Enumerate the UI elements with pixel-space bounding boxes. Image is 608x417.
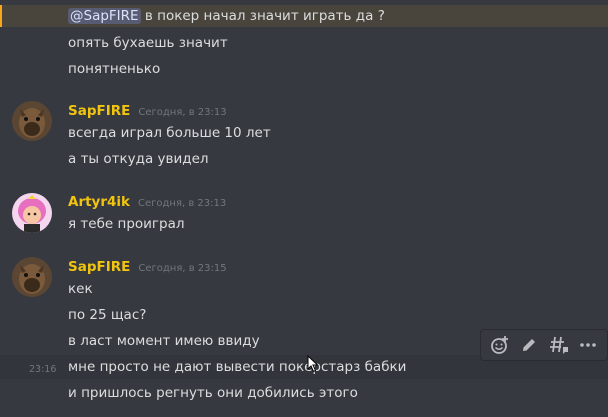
add-reaction-button[interactable] (488, 333, 512, 357)
message-timestamp: Сегодня, в 23:13 (138, 198, 227, 209)
message-text: по 25 щас? (68, 307, 147, 323)
message-line[interactable]: понятненько (0, 59, 608, 79)
message-text: в покер начал значит играть да ? (140, 8, 385, 24)
message-text: я тебе проиграл (68, 216, 185, 232)
message-text: понятненько (68, 61, 161, 77)
username[interactable]: SapFIRE (68, 103, 130, 119)
edit-button[interactable] (517, 333, 541, 357)
create-thread-button[interactable] (547, 333, 571, 357)
more-icon (580, 343, 597, 347)
username[interactable]: Artyr4ik (68, 194, 130, 210)
username[interactable]: SapFIRE (68, 259, 130, 275)
edit-icon (523, 339, 536, 351)
mention-message-line[interactable]: @SapFIRE в покер начал значит играть да … (0, 5, 608, 27)
message-line[interactable]: опять бухаешь значит (0, 33, 608, 53)
mention-indicator-bar (0, 5, 2, 27)
message-text: и пришлось регнуть они добились этого (68, 385, 358, 401)
message-line[interactable]: я тебе проиграл (0, 214, 608, 234)
message-line[interactable]: кек (0, 279, 608, 299)
message-text: а ты откуда увидел (68, 151, 209, 167)
add-reaction-icon (490, 336, 508, 354)
mouse-cursor-icon (307, 355, 319, 373)
message-actions-toolbar (480, 329, 608, 361)
message-line[interactable]: а ты откуда увидел (0, 149, 608, 169)
message-text: всегда играл больше 10 лет (68, 125, 271, 141)
message-text: в ласт момент имею ввиду (68, 333, 260, 349)
message-timestamp: Сегодня, в 23:13 (138, 107, 227, 118)
message-header: SapFIRE Сегодня, в 23:15 (68, 257, 227, 279)
message-line[interactable]: и пришлось регнуть они добились этого (0, 383, 608, 403)
message-text: мне просто не дают вывести покерстарз ба… (68, 359, 407, 375)
message-line[interactable]: всегда играл больше 10 лет (0, 123, 608, 143)
message-timestamp: Сегодня, в 23:15 (138, 263, 227, 274)
create-thread-icon (549, 336, 568, 354)
message-header: SapFIRE Сегодня, в 23:13 (68, 101, 227, 123)
message-text: кек (68, 281, 93, 297)
message-header: Artyr4ik Сегодня, в 23:13 (68, 192, 226, 214)
user-mention[interactable]: @SapFIRE (68, 8, 141, 24)
message-line[interactable]: по 25 щас? (0, 305, 608, 325)
more-options-button[interactable] (576, 333, 600, 357)
message-text: опять бухаешь значит (68, 35, 228, 51)
hover-timestamp: 23:16 (29, 364, 57, 375)
